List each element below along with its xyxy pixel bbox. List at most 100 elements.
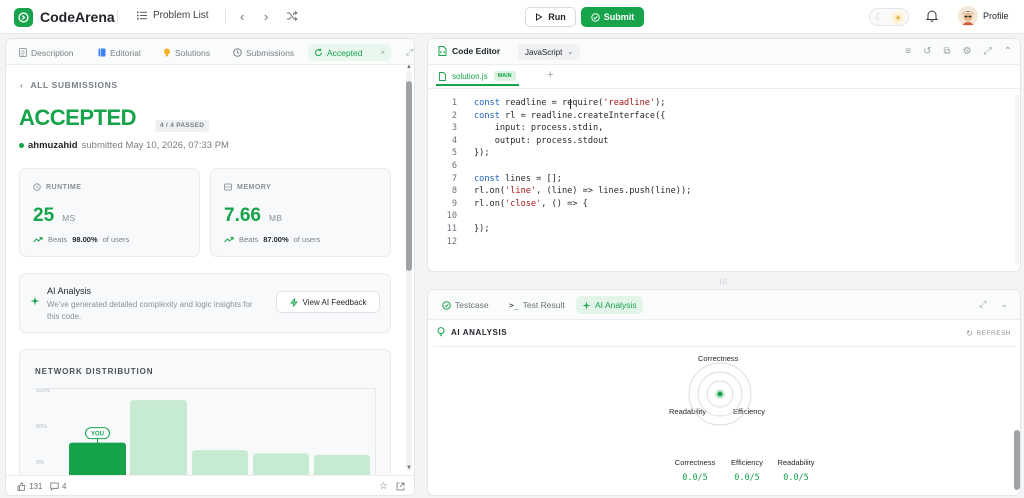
- clock-icon: [233, 48, 242, 57]
- back-to-submissions[interactable]: ‹ ALL SUBMISSIONS: [20, 80, 118, 90]
- tab-accepted[interactable]: Accepted ×: [308, 44, 392, 61]
- code-line[interactable]: 10: [428, 210, 1020, 223]
- results-scrollbar[interactable]: [1014, 350, 1020, 490]
- view-ai-feedback-label: View AI Feedback: [302, 297, 367, 307]
- chevron-down-icon[interactable]: ⌄: [1000, 299, 1008, 310]
- refresh-button[interactable]: ↻ REFRESH: [966, 329, 1011, 338]
- tab-submissions[interactable]: Submissions: [233, 44, 294, 61]
- submission-meta: ahmuzahid submitted May 10, 2026, 07:33 …: [19, 140, 229, 151]
- database-icon: [224, 183, 232, 191]
- code-token: const: [474, 98, 500, 108]
- expand-icon[interactable]: ⤢: [979, 299, 986, 310]
- memory-label-row: MEMORY: [224, 183, 271, 191]
- refresh-label: REFRESH: [976, 330, 1011, 337]
- collapse-icon[interactable]: ⌃: [1004, 46, 1012, 57]
- document-icon: [19, 48, 27, 57]
- code-line[interactable]: 1 const readline = require('readline');: [428, 97, 1020, 110]
- tab-ai-analysis[interactable]: AI Analysis: [576, 296, 643, 314]
- problem-list-link[interactable]: Problem List: [137, 10, 209, 21]
- scroll-down-icon[interactable]: ▼: [406, 465, 412, 471]
- line-number: 12: [446, 236, 457, 247]
- tab-solutions[interactable]: Solutions: [163, 44, 210, 61]
- memory-beats: Beats 87.00% of users: [224, 235, 320, 244]
- lightbulb-icon: [164, 48, 170, 57]
- runtime-card[interactable]: RUNTIME 25 MS Beats 98.00% of users: [19, 168, 200, 257]
- shuffle-icon[interactable]: [286, 10, 298, 24]
- ai-card-title: AI Analysis: [47, 286, 92, 296]
- line-number: 8: [451, 186, 457, 197]
- file-name: solution.js: [452, 71, 488, 81]
- results-tab-bar: Testcase >_ Test Result AI Analysis ⤢ ⌄: [428, 290, 1020, 320]
- settings-icon[interactable]: ⚙: [963, 46, 972, 57]
- bell-icon[interactable]: [925, 9, 939, 24]
- tab-testcase[interactable]: Testcase: [436, 296, 495, 314]
- code-line[interactable]: 6: [428, 160, 1020, 173]
- code-token: 'close': [505, 198, 542, 209]
- code-line[interactable]: 2 const rl = readline.createInterface({: [428, 110, 1020, 123]
- panel-resize-handle[interactable]: |||: [720, 279, 728, 285]
- share-icon[interactable]: [396, 482, 405, 493]
- code-line[interactable]: 8 rl.on('line', (line) => lines.push(line…: [428, 185, 1020, 198]
- prev-problem-icon[interactable]: ‹: [240, 10, 244, 23]
- code-line[interactable]: 12: [428, 236, 1020, 249]
- comments-button[interactable]: 4: [50, 482, 66, 491]
- memory-card[interactable]: MEMORY 7.66 MB Beats 87.00% of users: [210, 168, 391, 257]
- logo-icon[interactable]: [14, 8, 33, 27]
- format-icon[interactable]: ≡: [905, 46, 911, 57]
- scroll-up-icon[interactable]: ▲: [406, 64, 412, 70]
- reset-icon[interactable]: ↺: [923, 46, 931, 57]
- radar-chart: [688, 362, 752, 426]
- scroll-thumb[interactable]: [1014, 430, 1020, 490]
- you-label: YOU: [91, 431, 104, 437]
- theme-toggle[interactable]: ☾ ☀: [869, 8, 909, 26]
- scroll-thumb[interactable]: [406, 81, 412, 271]
- sparkle-icon: [30, 296, 40, 308]
- editor-scrollbar[interactable]: [1015, 95, 1019, 265]
- terminal-icon: >_: [509, 300, 519, 310]
- like-button[interactable]: 131: [17, 482, 42, 491]
- beats-label: Beats: [239, 235, 259, 244]
- code-line[interactable]: 7 const lines = [];: [428, 173, 1020, 186]
- code-editor-panel: Code Editor JavaScript ⌄ ≡ ↺ ⧉ ⚙ ⤢ ⌃ sol…: [427, 38, 1021, 272]
- copy-icon[interactable]: ⧉: [944, 46, 951, 57]
- brand-name[interactable]: CodeArena: [40, 9, 115, 25]
- ai-card-description: We've generated detailed complexity and …: [47, 300, 253, 321]
- run-button[interactable]: Run: [525, 7, 576, 27]
- editor-title-row: Code Editor: [438, 46, 500, 56]
- add-file-icon[interactable]: +: [547, 69, 553, 81]
- code-text: });: [474, 147, 490, 160]
- file-tab[interactable]: solution.js MAIN: [436, 68, 519, 86]
- submit-button[interactable]: Submit: [581, 7, 644, 27]
- tab-description[interactable]: Description: [19, 44, 74, 61]
- passed-badge: 4 / 4 PASSED: [155, 120, 210, 132]
- view-ai-feedback-button[interactable]: View AI Feedback: [276, 291, 380, 313]
- tab-test-result[interactable]: >_ Test Result: [503, 296, 571, 314]
- left-scrollbar[interactable]: ▲ ▼: [406, 64, 412, 471]
- runtime-beats: Beats 98.00% of users: [33, 235, 129, 244]
- refresh-icon: ↻: [966, 329, 974, 338]
- language-select[interactable]: JavaScript ⌄: [518, 44, 581, 60]
- star-icon[interactable]: ☆: [379, 481, 388, 492]
- memory-value-row: 7.66 MB: [224, 205, 282, 227]
- beats-value: 98.00%: [72, 235, 98, 244]
- expand-icon[interactable]: ⤢: [984, 46, 992, 57]
- code-line[interactable]: 4 output: process.stdout: [428, 135, 1020, 148]
- memory-label: MEMORY: [237, 183, 272, 191]
- line-number: 11: [446, 223, 457, 234]
- username[interactable]: ahmuzahid: [28, 140, 78, 151]
- lightbulb-icon: [437, 327, 445, 337]
- next-problem-icon[interactable]: ›: [264, 10, 268, 23]
- line-number: 10: [446, 211, 457, 222]
- code-line[interactable]: 5});: [428, 147, 1020, 160]
- tab-editorial[interactable]: Editorial: [98, 44, 141, 61]
- chevron-left-icon: ‹: [20, 80, 24, 90]
- close-tab-icon[interactable]: ×: [380, 48, 385, 57]
- code-text: output: process.stdout: [474, 135, 609, 148]
- profile-menu[interactable]: Profile: [958, 6, 1009, 26]
- code-line[interactable]: 9 rl.on('close', () => {: [428, 198, 1020, 211]
- code-area[interactable]: 1 const readline = require('readline'); 2 c…: [428, 97, 1020, 249]
- clock-icon: [33, 183, 41, 191]
- code-line[interactable]: 11});: [428, 223, 1020, 236]
- expand-icon[interactable]: ⤢: [406, 47, 413, 58]
- code-line[interactable]: 3 input: process.stdin,: [428, 122, 1020, 135]
